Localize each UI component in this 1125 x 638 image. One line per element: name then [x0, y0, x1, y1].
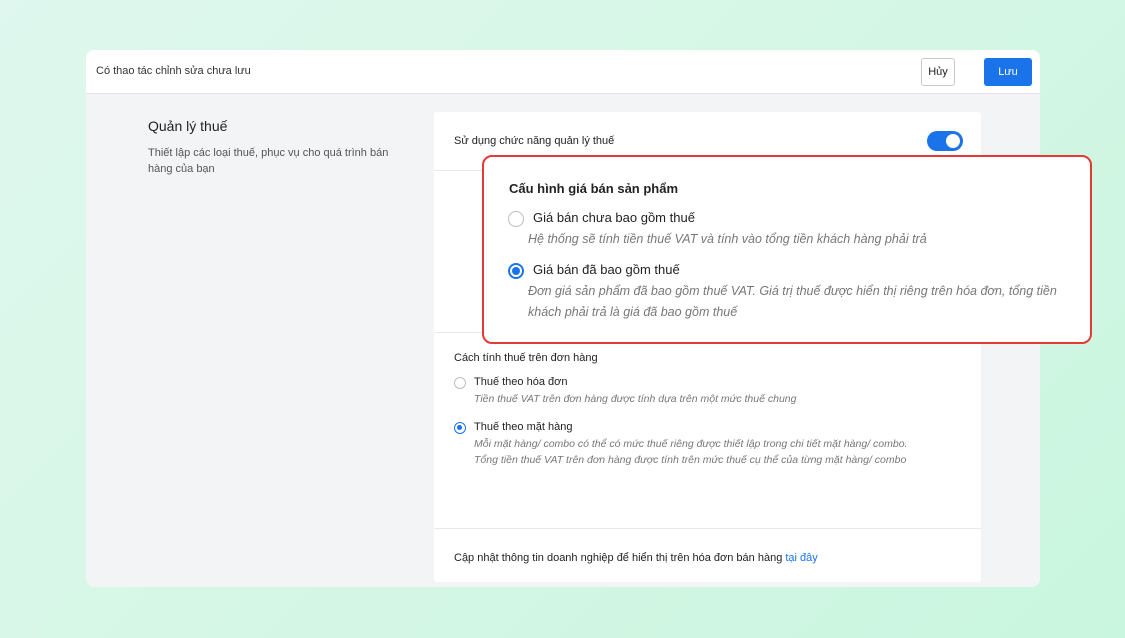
option-label: Giá bán chưa bao gồm thuế	[533, 210, 695, 225]
tax-method-title: Cách tính thuế trên đơn hàng	[454, 352, 598, 364]
radio-button[interactable]	[508, 211, 524, 227]
option-description: Tiền thuế VAT trên đơn hàng được tính dự…	[474, 393, 797, 405]
option-description-line: Tổng tiền thuế VAT trên đơn hàng được tí…	[474, 454, 907, 466]
option-label: Thuế theo mặt hàng	[474, 421, 573, 433]
radio-button-selected[interactable]	[508, 263, 524, 279]
radio-button-selected[interactable]	[454, 422, 466, 434]
divider	[434, 528, 981, 529]
tax-toggle-label: Sử dụng chức năng quản lý thuế	[454, 135, 615, 147]
cancel-button[interactable]: Hủy	[921, 58, 955, 86]
option-description: Đơn giá sản phẩm đã bao gồm thuế VAT. Gi…	[528, 284, 1057, 319]
option-label: Giá bán đã bao gồm thuế	[533, 262, 680, 277]
unsaved-changes-bar: Có thao tác chỉnh sửa chưa lưu Hủy Lưu	[86, 50, 1040, 94]
option-description-line: Mỗi mặt hàng/ combo có thể có mức thuế r…	[474, 438, 908, 450]
price-config-callout: Cấu hình giá bán sản phẩm Giá bán chưa b…	[482, 155, 1092, 344]
option-description: Mỗi mặt hàng/ combo có thể có mức thuế r…	[474, 436, 954, 468]
section-description: Thiết lập các loại thuế, phục vụ cho quá…	[148, 147, 389, 175]
tax-toggle-switch[interactable]	[927, 131, 963, 151]
business-info-text: Cập nhật thông tin doanh nghiệp để hiển …	[454, 552, 786, 564]
toggle-knob	[946, 134, 960, 148]
price-config-title: Cấu hình giá bán sản phẩm	[509, 181, 679, 196]
option-label: Thuế theo hóa đơn	[474, 376, 568, 388]
section-title: Quản lý thuế	[148, 118, 228, 134]
business-info-note: Cập nhật thông tin doanh nghiệp để hiển …	[454, 552, 818, 564]
radio-button[interactable]	[454, 377, 466, 389]
business-info-link[interactable]: tại đây	[785, 552, 817, 564]
unsaved-changes-text: Có thao tác chỉnh sửa chưa lưu	[96, 65, 251, 77]
save-button[interactable]: Lưu	[984, 58, 1032, 86]
option-description: Hệ thống sẽ tính tiền thuế VAT và tính v…	[528, 232, 927, 246]
